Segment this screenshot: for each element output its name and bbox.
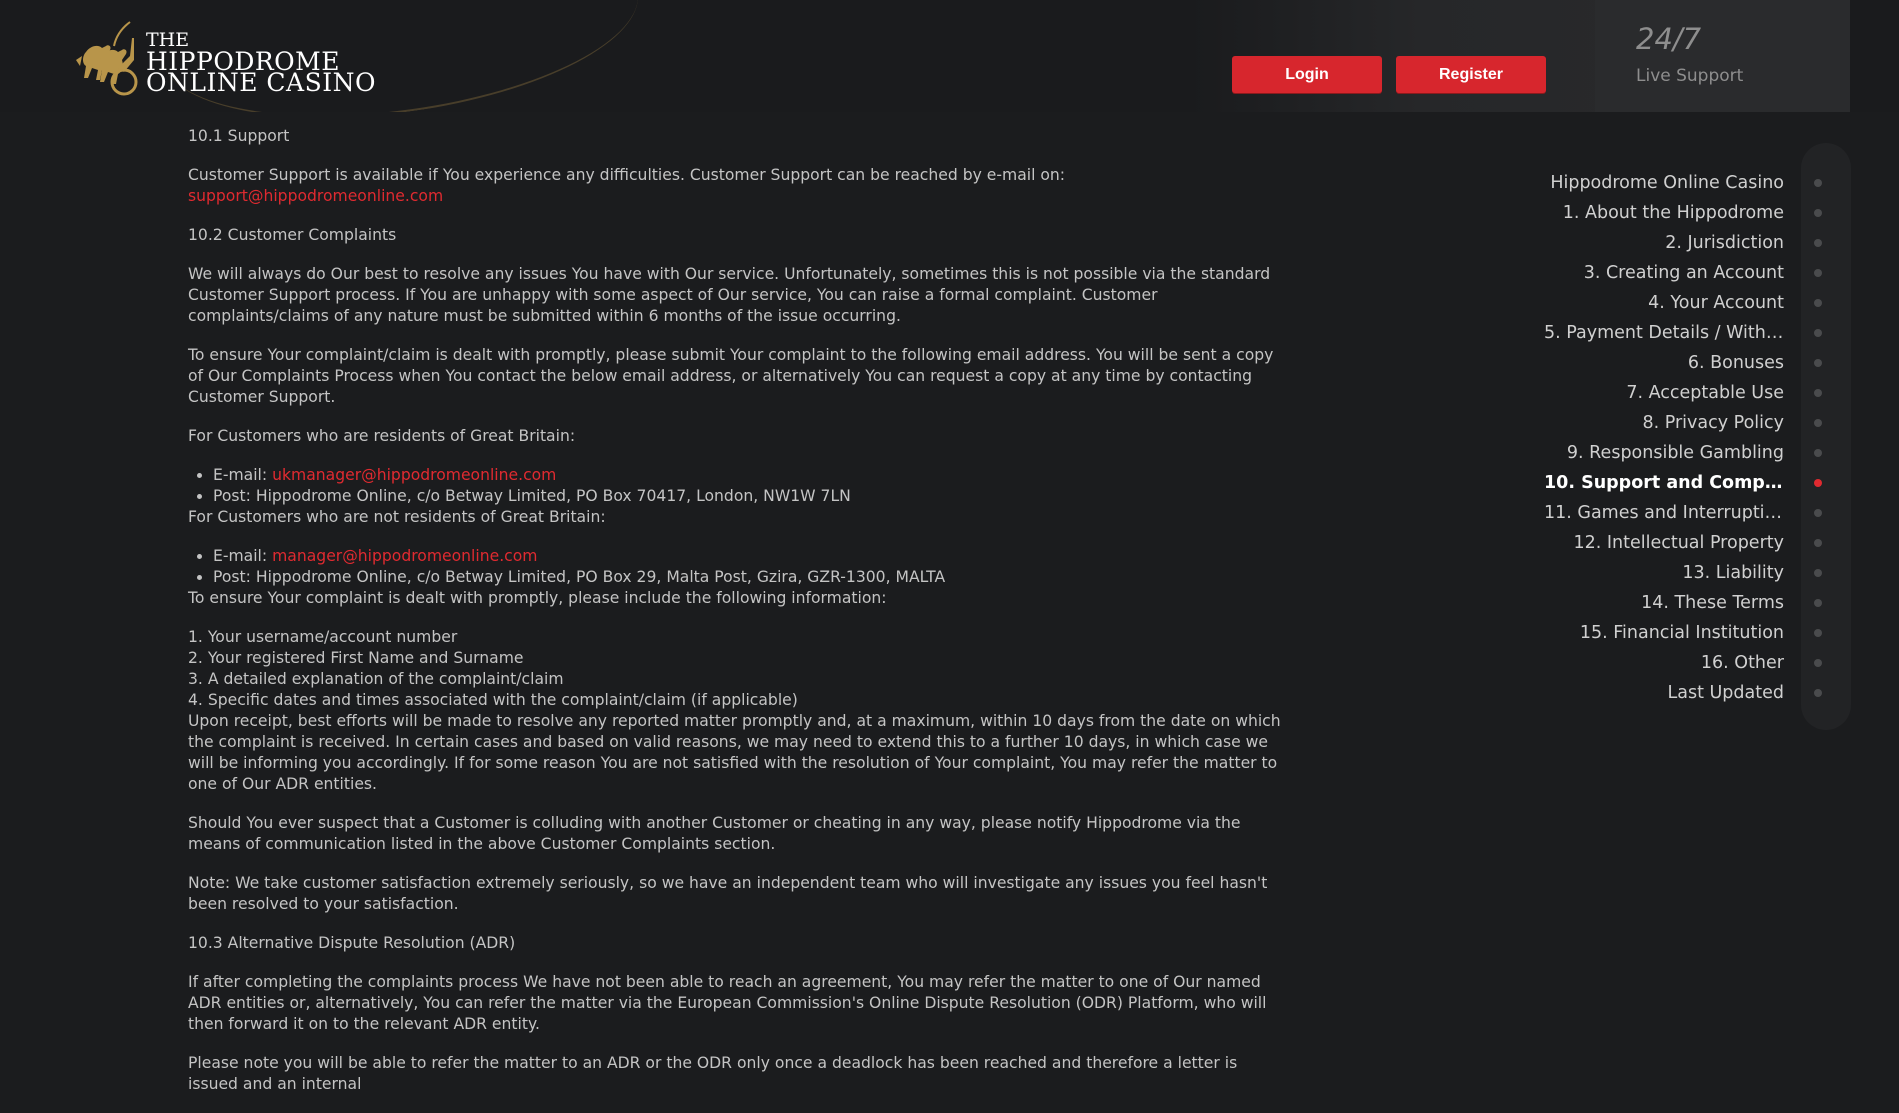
toc-item[interactable]: Last Updated [1540, 678, 1830, 708]
toc-dot-icon[interactable] [1814, 239, 1822, 247]
toc-item-label: 6. Bonuses [1687, 353, 1784, 373]
toc-dot-icon[interactable] [1814, 359, 1822, 367]
login-button[interactable]: Login [1232, 56, 1382, 93]
toc-dot-icon[interactable] [1814, 209, 1822, 217]
toc-item-label: 15. Financial Institution [1579, 623, 1784, 643]
toc-item[interactable]: 16. Other [1540, 648, 1830, 678]
toc-dot-icon[interactable] [1814, 539, 1822, 547]
toc-item-label: 13. Liability [1682, 563, 1784, 583]
toc-dot-icon[interactable] [1814, 629, 1822, 637]
section-heading-support: 10.1 Support [188, 127, 290, 145]
list-item: E-mail: manager@hippodromeonline.com [213, 546, 1288, 567]
toc-item-label: 9. Responsible Gambling [1566, 443, 1784, 463]
toc-item[interactable]: Hippodrome Online Casino [1540, 168, 1830, 198]
toc-item[interactable]: 7. Acceptable Use [1540, 378, 1830, 408]
toc-item[interactable]: 10. Support and Complaints [1540, 468, 1830, 498]
list-item: Post: Hippodrome Online, c/o Betway Limi… [213, 486, 1288, 507]
toc-item-label: 2. Jurisdiction [1665, 233, 1784, 253]
support-email-link[interactable]: support@hippodromeonline.com [188, 187, 443, 205]
live-support-panel[interactable] [1595, 0, 1845, 112]
horse-chariot-icon [76, 21, 138, 96]
toc-item[interactable]: 14. These Terms [1540, 588, 1830, 618]
register-button[interactable]: Register [1396, 56, 1546, 93]
info-item-4: 4. Specific dates and times associated w… [188, 691, 798, 709]
toc-item-label: 12. Intellectual Property [1573, 533, 1784, 553]
toc-dot-icon[interactable] [1814, 659, 1822, 667]
toc-item[interactable]: 1. About the Hippodrome [1540, 198, 1830, 228]
list-item: E-mail: ukmanager@hippodromeonline.com [213, 465, 1288, 486]
toc-item[interactable]: 13. Liability [1540, 558, 1830, 588]
terms-content: 10.1 Support Customer Support is availab… [188, 126, 1288, 1113]
toc-item[interactable]: 12. Intellectual Property [1540, 528, 1830, 558]
paragraph-ensure: To ensure Your complaint/claim is dealt … [188, 346, 1274, 406]
toc-item-label: 14. These Terms [1641, 593, 1784, 613]
non-gb-contact-list: E-mail: manager@hippodromeonline.com Pos… [188, 546, 1288, 588]
toc-item[interactable]: 5. Payment Details / Withdrawals [1540, 318, 1830, 348]
logo-online-casino: ONLINE CASINO [146, 67, 376, 97]
toc-item-label: Last Updated [1667, 683, 1784, 703]
toc-item-label: 3. Creating an Account [1583, 263, 1784, 283]
paragraph-non-gb-residents: For Customers who are not residents of G… [188, 508, 606, 526]
paragraph-adr: If after completing the complaints proce… [188, 973, 1267, 1033]
toc-item-label: 11. Games and Interruptions [1544, 503, 1784, 523]
toc-item[interactable]: 4. Your Account [1540, 288, 1830, 318]
table-of-contents: Hippodrome Online Casino 1. About the Hip… [1540, 168, 1830, 708]
toc-item-label: 8. Privacy Policy [1642, 413, 1784, 433]
manager-email-link[interactable]: manager@hippodromeonline.com [272, 547, 537, 565]
toc-dot-icon[interactable] [1814, 179, 1822, 187]
info-item-1: 1. Your username/account number [188, 628, 458, 646]
toc-dot-icon[interactable] [1814, 599, 1822, 607]
live-support-label[interactable]: Live Support [1636, 66, 1743, 86]
toc-dot-icon[interactable] [1814, 269, 1822, 277]
paragraph-colluding: Should You ever suspect that a Customer … [188, 814, 1241, 853]
toc-item-label: 16. Other [1700, 653, 1784, 673]
toc-item-label: 1. About the Hippodrome [1562, 203, 1784, 223]
toc-item[interactable]: 9. Responsible Gambling [1540, 438, 1830, 468]
section-heading-adr: 10.3 Alternative Dispute Resolution (ADR… [188, 934, 516, 952]
toc-dot-icon[interactable] [1814, 299, 1822, 307]
list-item: Post: Hippodrome Online, c/o Betway Limi… [213, 567, 1288, 588]
paragraph-receipt: Upon receipt, best efforts will be made … [188, 712, 1281, 793]
toc-dot-icon[interactable] [1814, 449, 1822, 457]
toc-item[interactable]: 2. Jurisdiction [1540, 228, 1830, 258]
paragraph-include-info: To ensure Your complaint is dealt with p… [188, 589, 887, 607]
site-logo[interactable]: THE HIPPODROME ONLINE CASINO [72, 16, 376, 100]
toc-dot-icon[interactable] [1814, 509, 1822, 517]
toc-dot-icon[interactable] [1814, 329, 1822, 337]
paragraph-resolve: We will always do Our best to resolve an… [188, 265, 1271, 325]
gb-contact-list: E-mail: ukmanager@hippodromeonline.com P… [188, 465, 1288, 507]
toc-dot-icon[interactable] [1814, 689, 1822, 697]
toc-item[interactable]: 3. Creating an Account [1540, 258, 1830, 288]
toc-item-label: 4. Your Account [1648, 293, 1784, 313]
toc-dot-icon[interactable] [1814, 569, 1822, 577]
uk-manager-email-link[interactable]: ukmanager@hippodromeonline.com [272, 466, 556, 484]
toc-item-label: 7. Acceptable Use [1626, 383, 1784, 403]
toc-dot-icon[interactable] [1814, 479, 1822, 487]
toc-item[interactable]: 6. Bonuses [1540, 348, 1830, 378]
info-item-3: 3. A detailed explanation of the complai… [188, 670, 564, 688]
paragraph-gb-residents: For Customers who are residents of Great… [188, 427, 576, 445]
info-item-2: 2. Your registered First Name and Surnam… [188, 649, 524, 667]
toc-item-label: Hippodrome Online Casino [1550, 173, 1784, 193]
paragraph-note: Note: We take customer satisfaction extr… [188, 874, 1268, 913]
paragraph-adr-note: Please note you will be able to refer th… [188, 1054, 1238, 1093]
toc-dot-icon[interactable] [1814, 419, 1822, 427]
section-heading-complaints: 10.2 Customer Complaints [188, 226, 397, 244]
toc-item[interactable]: 15. Financial Institution [1540, 618, 1830, 648]
support-hours[interactable]: 24/7 [1636, 22, 1701, 56]
paragraph-support: Customer Support is available if You exp… [188, 166, 1066, 205]
toc-item-label: 5. Payment Details / Withdrawals [1544, 323, 1784, 343]
toc-item[interactable]: 11. Games and Interruptions [1540, 498, 1830, 528]
toc-item-label: 10. Support and Complaints [1544, 473, 1784, 493]
logo-wordmark: THE HIPPODROME ONLINE CASINO [146, 29, 376, 97]
toc-item[interactable]: 8. Privacy Policy [1540, 408, 1830, 438]
toc-dot-icon[interactable] [1814, 389, 1822, 397]
